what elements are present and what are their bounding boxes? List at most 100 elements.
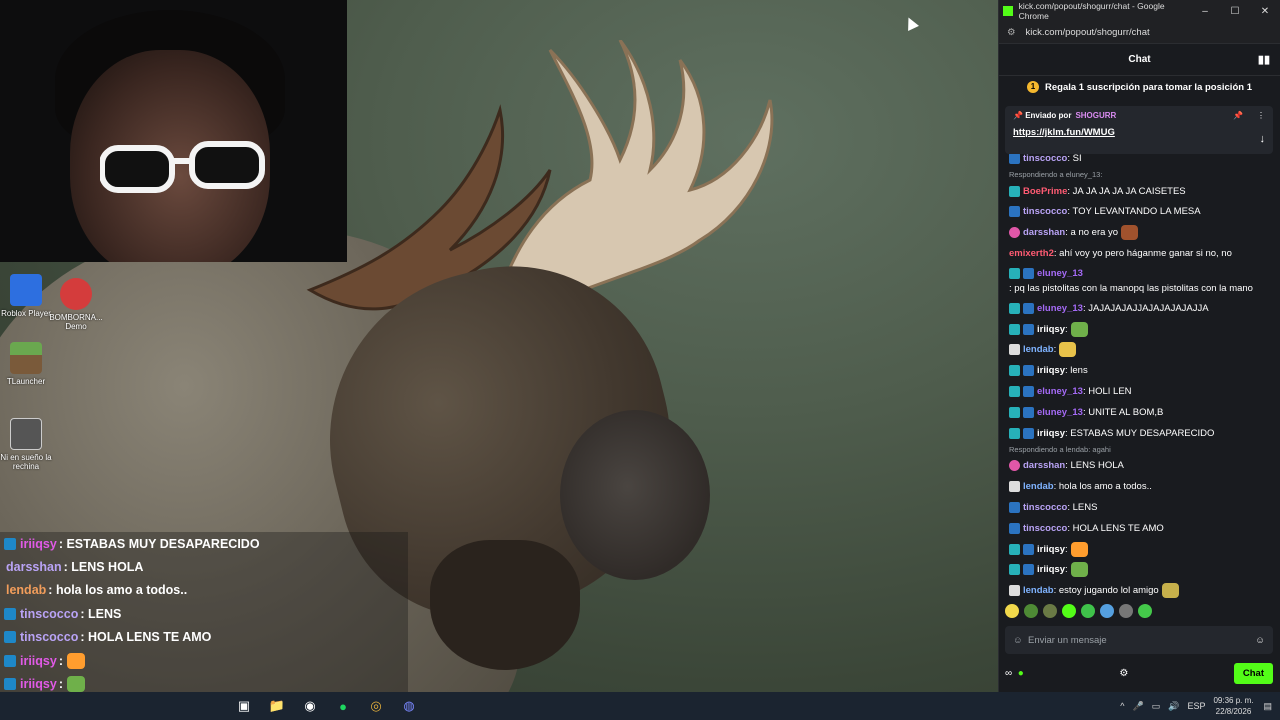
- more-options-icon[interactable]: ⋮: [1257, 111, 1265, 120]
- chat-username[interactable]: darsshan: [1023, 227, 1065, 238]
- chat-username[interactable]: iriiqsy: [1037, 324, 1065, 335]
- language-indicator[interactable]: ESP: [1187, 701, 1205, 711]
- taskbar-discord-icon[interactable]: ◍: [395, 694, 423, 718]
- send-chat-button[interactable]: Chat: [1233, 662, 1273, 684]
- chat-message[interactable]: iriiqsy:: [1009, 560, 1273, 581]
- chat-username[interactable]: darsshan: [1023, 460, 1065, 471]
- chat-username[interactable]: eluney_13: [1037, 407, 1083, 418]
- minimize-button[interactable]: –: [1190, 6, 1220, 17]
- taskbar-spotify-icon[interactable]: ●: [329, 694, 357, 718]
- overlay-username: iriiqsy: [20, 653, 57, 668]
- chat-message[interactable]: eluney_13: UNITE AL BOM,B: [1009, 402, 1273, 423]
- message-placeholder: Enviar un mensaje: [1027, 634, 1107, 646]
- chat-message[interactable]: iriiqsy:: [1009, 539, 1273, 560]
- chat-username[interactable]: emixerth2: [1009, 248, 1054, 259]
- pinned-label: Enviado por: [1025, 111, 1072, 120]
- chat-username[interactable]: lendab: [1023, 344, 1054, 355]
- chat-message[interactable]: tinscocco: TOY LEVANTANDO LA MESA: [1009, 202, 1273, 223]
- emote-icon[interactable]: [1119, 604, 1133, 618]
- mic-icon[interactable]: 🎤: [1132, 701, 1143, 712]
- chat-username[interactable]: iriiqsy: [1037, 564, 1065, 575]
- address-bar[interactable]: ⚙ kick.com/popout/shogurr/chat: [999, 22, 1280, 44]
- tray-expand-icon[interactable]: ^: [1120, 701, 1124, 711]
- vip-badge-icon: [1009, 227, 1020, 239]
- chat-message-text: : LENS HOLA: [1065, 460, 1124, 472]
- kick-badge-icon[interactable]: ●: [1018, 668, 1024, 679]
- chat-username[interactable]: tinscocco: [1023, 153, 1067, 164]
- chat-message[interactable]: iriiqsy:: [1009, 319, 1273, 340]
- chat-message-text: :: [1065, 323, 1068, 335]
- chat-username[interactable]: eluney_13: [1037, 386, 1083, 397]
- chat-message[interactable]: lendab:: [1009, 340, 1273, 361]
- desktop-icon-video[interactable]: Ni en sueño la rechina: [0, 418, 61, 471]
- volume-icon[interactable]: 🔊: [1168, 701, 1179, 712]
- network-icon[interactable]: ▭: [1152, 701, 1161, 712]
- chat-username[interactable]: iriiqsy: [1037, 544, 1065, 555]
- leaderboard-icon[interactable]: ▮▮: [1258, 53, 1270, 66]
- pr-badge-icon: [1023, 564, 1034, 576]
- message-input[interactable]: ☺ Enviar un mensaje ☺: [1005, 626, 1273, 654]
- maximize-button[interactable]: ☐: [1220, 6, 1250, 17]
- chat-message[interactable]: iriiqsy: ESTABAS MUY DESAPARECIDO: [1009, 423, 1273, 444]
- chat-message[interactable]: lendab: hola los amo a todos..: [1009, 476, 1273, 497]
- taskbar-store-icon[interactable]: ▣: [230, 694, 258, 718]
- gift-sub-promo[interactable]: 1 Regala 1 suscripción para tomar la pos…: [999, 76, 1280, 98]
- chat-username[interactable]: eluney_13: [1037, 303, 1083, 314]
- desktop-icon-tlauncher[interactable]: TLauncher: [0, 342, 61, 386]
- chat-username[interactable]: tinscocco: [1023, 502, 1067, 513]
- chat-username[interactable]: eluney_13: [1037, 266, 1083, 281]
- close-button[interactable]: ✕: [1250, 6, 1280, 17]
- chrome-popout-window: kick.com/popout/shogurr/chat - Google Ch…: [998, 0, 1280, 692]
- emote-icon[interactable]: [1100, 604, 1114, 618]
- desktop-icon-label: TLauncher: [6, 377, 46, 386]
- chat-message[interactable]: eluney_13: JAJAJAJAJJAJAJAJAJAJJA: [1009, 298, 1273, 319]
- chat-username[interactable]: lendab: [1023, 481, 1054, 492]
- expand-arrow-icon[interactable]: ↓: [1260, 133, 1266, 145]
- chat-username[interactable]: tinscocco: [1023, 206, 1067, 217]
- emote-icon[interactable]: [1024, 604, 1038, 618]
- pr-badge-icon: [1023, 323, 1034, 335]
- chat-username[interactable]: iriiqsy: [1037, 365, 1065, 376]
- chat-message[interactable]: eluney_13: pq las pistolitas con la mano…: [1009, 264, 1273, 298]
- emoji-picker-icon[interactable]: ☺: [1255, 635, 1265, 646]
- settings-icon[interactable]: ⚙: [1119, 668, 1128, 679]
- chat-message[interactable]: tinscocco: HOLA LENS TE AMO: [1009, 518, 1273, 539]
- unpin-icon[interactable]: 📌: [1233, 111, 1243, 120]
- chat-message[interactable]: iriiqsy: lens: [1009, 360, 1273, 381]
- chat-username[interactable]: iriiqsy: [1037, 428, 1065, 439]
- chat-message[interactable]: eluney_13: HOLI LEN: [1009, 381, 1273, 402]
- chat-username[interactable]: lendab: [1023, 585, 1054, 596]
- chat-username[interactable]: BoePrime: [1023, 186, 1067, 197]
- chat-message[interactable]: darsshan: a no era yo: [1009, 222, 1273, 243]
- desktop-icon-label: BOMBORNA... Demo: [49, 313, 103, 331]
- moose-beard: [430, 540, 580, 670]
- chat-message-text: : UNITE AL BOM,B: [1082, 406, 1164, 418]
- sub-badge-icon: [1009, 406, 1020, 418]
- taskbar-chrome-icon[interactable]: ◎: [362, 694, 390, 718]
- notifications-icon[interactable]: ▤: [1263, 701, 1272, 712]
- site-settings-icon[interactable]: ⚙: [1007, 27, 1016, 38]
- taskbar-obs-icon[interactable]: ◉: [296, 694, 324, 718]
- chat-message[interactable]: lendab: estoy jugando lol amigo: [1009, 580, 1273, 601]
- chat-message[interactable]: BoePrime: JA JA JA JA JA CAISETES: [1009, 181, 1273, 202]
- mod-badge-icon: [1009, 344, 1020, 356]
- pinned-link[interactable]: https://jklm.fun/WMUG: [1013, 127, 1265, 138]
- emote-icon[interactable]: [1043, 604, 1057, 618]
- emote-icon[interactable]: [1081, 604, 1095, 618]
- pr-badge-icon: [1023, 427, 1034, 439]
- chat-message-text: :: [1065, 543, 1068, 555]
- emote-icon[interactable]: [1138, 604, 1152, 618]
- overlay-chat-row: iriiqsy :: [0, 649, 408, 672]
- emote-icon[interactable]: [1062, 604, 1076, 618]
- chat-username[interactable]: tinscocco: [1023, 523, 1067, 534]
- clock[interactable]: 09:36 p. m. 22/8/2026: [1213, 695, 1253, 717]
- mod-badge-icon: [1009, 585, 1020, 597]
- chat-message[interactable]: tinscocco: LENS: [1009, 497, 1273, 518]
- chat-message[interactable]: emixerth2: ahí voy yo pero háganme ganar…: [1009, 243, 1273, 264]
- points-icon[interactable]: ∞: [1005, 668, 1012, 679]
- desktop-icon-bomb-game[interactable]: BOMBORNA... Demo: [41, 278, 111, 331]
- chat-message[interactable]: darsshan: LENS HOLA: [1009, 456, 1273, 477]
- emote-icon[interactable]: [1005, 604, 1019, 618]
- pr-badge-icon: [1009, 206, 1020, 218]
- taskbar-explorer-icon[interactable]: 📁: [263, 694, 291, 718]
